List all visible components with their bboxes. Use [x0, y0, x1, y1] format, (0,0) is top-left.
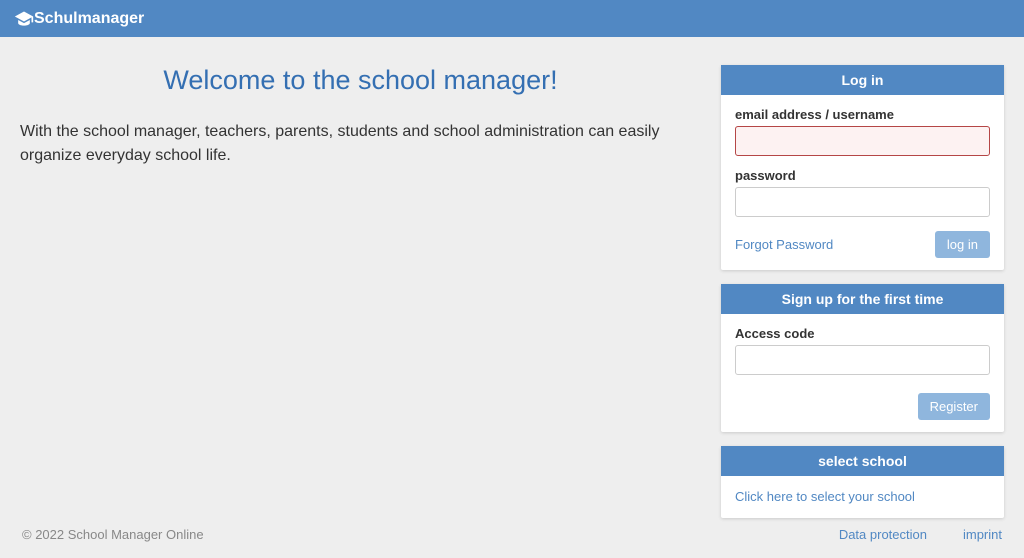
topbar: Schulmanager	[0, 0, 1024, 37]
select-school-title: select school	[721, 446, 1004, 476]
login-panel: Log in email address / username password…	[721, 65, 1004, 270]
select-school-panel: select school Click here to select your …	[721, 446, 1004, 518]
signup-panel: Sign up for the first time Access code R…	[721, 284, 1004, 432]
content: Welcome to the school manager! With the …	[0, 37, 1024, 518]
signup-panel-title: Sign up for the first time	[721, 284, 1004, 314]
brand[interactable]: Schulmanager	[14, 9, 144, 29]
forgot-password-link[interactable]: Forgot Password	[735, 237, 833, 252]
login-panel-title: Log in	[721, 65, 1004, 95]
login-button[interactable]: log in	[935, 231, 990, 258]
register-button[interactable]: Register	[918, 393, 990, 420]
password-input[interactable]	[735, 187, 990, 217]
graduation-cap-icon	[14, 9, 34, 29]
sidebar-panels: Log in email address / username password…	[721, 65, 1004, 518]
footer: © 2022 School Manager Online Data protec…	[0, 517, 1024, 558]
access-code-label: Access code	[735, 326, 990, 341]
welcome-description: With the school manager, teachers, paren…	[20, 120, 701, 168]
privacy-link[interactable]: Data protection	[839, 527, 927, 542]
access-code-input[interactable]	[735, 345, 990, 375]
select-school-link[interactable]: Click here to select your school	[735, 489, 915, 504]
copyright: © 2022 School Manager Online	[22, 527, 204, 542]
welcome-section: Welcome to the school manager! With the …	[20, 65, 701, 518]
imprint-link[interactable]: imprint	[963, 527, 1002, 542]
password-label: password	[735, 168, 990, 183]
welcome-title: Welcome to the school manager!	[20, 65, 701, 96]
email-input[interactable]	[735, 126, 990, 156]
email-label: email address / username	[735, 107, 990, 122]
brand-text: Schulmanager	[34, 10, 144, 28]
